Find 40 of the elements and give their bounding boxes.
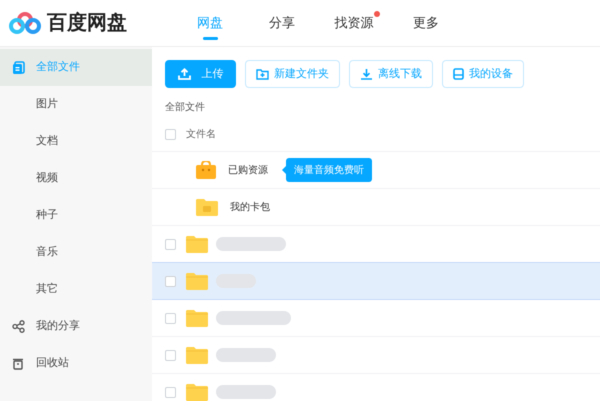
blurred-filename	[216, 348, 276, 362]
folder-icon	[186, 236, 208, 252]
folder-icon	[186, 384, 208, 400]
sidebar-item[interactable]: 种子	[0, 197, 152, 234]
logo-text: 百度网盘	[47, 10, 127, 36]
breadcrumb[interactable]: 全部文件	[165, 100, 600, 114]
cloud-logo-icon	[9, 11, 41, 35]
download-icon	[360, 68, 373, 80]
column-header: 文件名	[186, 128, 216, 142]
sidebar-item[interactable]: 文档	[0, 123, 152, 160]
nav-tab[interactable]: 分享	[269, 13, 295, 33]
folder-icon	[186, 272, 208, 290]
nav-tab[interactable]: 找资源	[334, 13, 374, 33]
folder-icon	[186, 346, 208, 364]
checkbox[interactable]	[165, 386, 176, 398]
folder-icon	[186, 310, 208, 326]
blurred-filename	[216, 385, 276, 399]
share-icon	[12, 320, 24, 333]
folder-plus-icon	[256, 68, 269, 80]
trash-icon	[12, 357, 24, 370]
checkbox[interactable]	[165, 312, 176, 324]
checkbox[interactable]	[165, 276, 176, 286]
checkbox[interactable]	[165, 350, 176, 360]
shopping-bag-icon	[196, 161, 216, 179]
files-icon	[12, 60, 24, 74]
upload-icon	[178, 68, 190, 80]
file-name[interactable]: 我的卡包	[230, 200, 270, 214]
sidebar-item[interactable]: 回收站	[0, 345, 152, 382]
sidebar-item[interactable]: 其它	[0, 271, 152, 308]
device-icon	[453, 68, 464, 80]
sidebar-item[interactable]: 视频	[0, 160, 152, 197]
nav-tab[interactable]: 更多	[413, 13, 439, 33]
checkbox[interactable]	[165, 129, 176, 140]
checkbox[interactable]	[165, 238, 176, 250]
sidebar-item[interactable]: 图片	[0, 86, 152, 123]
file-name[interactable]: 已购资源	[228, 162, 268, 178]
wallet-folder-icon	[196, 198, 218, 216]
sidebar-item[interactable]: 音乐	[0, 234, 152, 271]
sidebar-item[interactable]: 我的分享	[0, 308, 152, 345]
blurred-filename	[216, 237, 286, 251]
